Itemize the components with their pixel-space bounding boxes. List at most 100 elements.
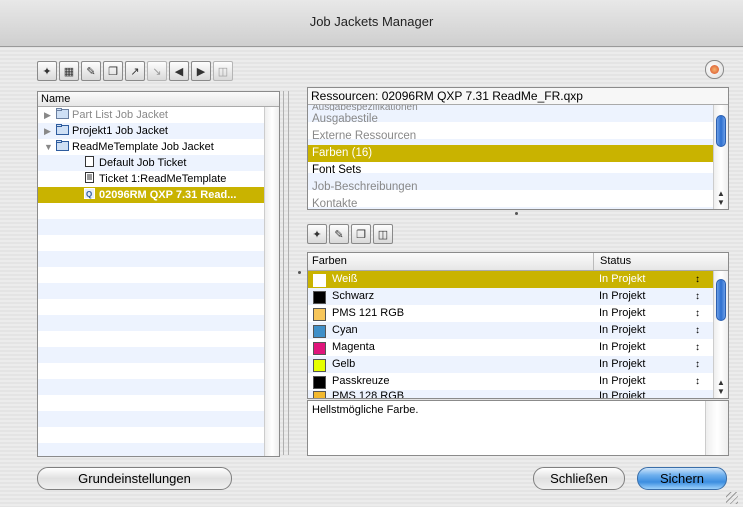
column-header-farben[interactable]: Farben xyxy=(312,253,347,270)
job-jacket-icon xyxy=(56,108,69,119)
duplicate-icon[interactable]: ❐ xyxy=(351,224,371,244)
status-stepper-icon[interactable]: ↕ xyxy=(695,288,700,305)
job-jackets-manager-window: Job Jackets Manager ✦ ▦ ✎ ❐ ↗ ↘ ◀ ▶ ◫ Na… xyxy=(0,0,743,507)
colors-toolbar: ✦ ✎ ❐ ◫ xyxy=(307,224,395,244)
disclosure-triangle-expanded-icon[interactable]: ▼ xyxy=(44,139,56,155)
resource-item[interactable]: Job-Beschreibungen xyxy=(308,179,714,196)
resources-list[interactable]: Ressourcen: 02096RM QXP 7.31 ReadMe_FR.q… xyxy=(307,87,729,210)
color-row[interactable]: Cyan In Projekt ↕ xyxy=(308,322,714,339)
new-job-jacket-icon[interactable]: ✦ xyxy=(37,61,57,81)
tree-item-readmetemplate[interactable]: ▼ ReadMeTemplate Job Jacket xyxy=(38,139,265,155)
color-name: Magenta xyxy=(332,341,375,353)
status-stepper-icon[interactable]: ↕ xyxy=(695,271,700,288)
move-in-icon[interactable]: ◀ xyxy=(169,61,189,81)
tree-scrollbar[interactable] xyxy=(264,107,279,456)
close-button[interactable]: Schließen xyxy=(533,467,625,490)
tree-item-projekt1[interactable]: ▶ Projekt1 Job Jacket xyxy=(38,123,265,139)
resource-item[interactable]: Kontakte xyxy=(308,196,714,209)
color-row[interactable]: Schwarz In Projekt ↕ xyxy=(308,288,714,305)
color-swatch xyxy=(313,359,326,372)
help-button[interactable] xyxy=(705,60,724,79)
color-swatch xyxy=(313,274,326,287)
duplicate-icon[interactable]: ❐ xyxy=(103,61,123,81)
resources-header: Ressourcen: 02096RM QXP 7.31 ReadMe_FR.q… xyxy=(308,88,728,105)
color-name: Schwarz xyxy=(332,290,375,302)
tree-header-name: Name xyxy=(41,93,71,105)
resources-scrollbar[interactable]: ▲ ▼ xyxy=(713,105,728,209)
resource-item-selected[interactable]: Farben (16) xyxy=(308,145,714,162)
resource-item[interactable]: Ausgabestile xyxy=(308,111,714,128)
job-ticket-icon xyxy=(85,172,94,183)
edit-icon[interactable]: ✎ xyxy=(329,224,349,244)
color-swatch xyxy=(313,391,326,398)
color-status[interactable]: In Projekt xyxy=(599,288,645,305)
color-swatch xyxy=(313,342,326,355)
column-header-status[interactable]: Status xyxy=(593,253,631,270)
color-status[interactable]: In Projekt xyxy=(599,356,645,373)
pane-splitter[interactable] xyxy=(283,91,289,455)
resource-item[interactable]: Externe Ressourcen xyxy=(308,128,714,145)
panel-splitter-handle[interactable] xyxy=(515,212,518,215)
color-status[interactable]: In Projekt xyxy=(599,339,645,356)
scroll-arrows[interactable]: ▲ ▼ xyxy=(714,378,728,396)
save-button[interactable]: Sichern xyxy=(637,467,727,490)
tree-item-project-selected[interactable]: Q 02096RM QXP 7.31 Read... xyxy=(38,187,265,203)
move-out-icon[interactable]: ▶ xyxy=(191,61,211,81)
color-status[interactable]: In Projekt xyxy=(599,305,645,322)
tree-item-label: ReadMeTemplate Job Jacket xyxy=(72,141,214,153)
delete-icon[interactable]: ◫ xyxy=(213,61,233,81)
status-stepper-icon[interactable]: ↕ xyxy=(695,305,700,322)
delete-icon[interactable]: ◫ xyxy=(373,224,393,244)
color-description: Hellstmögliche Farbe. xyxy=(312,404,419,416)
splitter-handle[interactable] xyxy=(298,271,301,274)
edit-icon[interactable]: ✎ xyxy=(81,61,101,81)
tree-item-label: 02096RM QXP 7.31 Read... xyxy=(99,189,237,201)
color-name: PMS 128 RGB xyxy=(332,390,405,398)
description-panel: Hellstmögliche Farbe. xyxy=(307,400,729,456)
tree-item-ticket-1[interactable]: Ticket 1:ReadMeTemplate xyxy=(38,171,265,187)
color-status[interactable]: In Projekt xyxy=(599,271,645,288)
scroll-thumb[interactable] xyxy=(716,279,726,321)
color-row[interactable]: PMS 128 RGB In Projekt xyxy=(308,388,714,398)
color-status[interactable]: In Projekt xyxy=(599,322,645,339)
color-row[interactable]: Magenta In Projekt ↕ xyxy=(308,339,714,356)
colors-list[interactable]: Farben Status Weiß In Projekt ↕ Schwarz … xyxy=(307,252,729,399)
title-bar: Job Jackets Manager xyxy=(0,0,743,47)
disclosure-triangle-icon[interactable]: ▶ xyxy=(44,107,56,123)
defaults-button[interactable]: Grundeinstellungen xyxy=(37,467,232,490)
tree-item-label: Projekt1 Job Jacket xyxy=(72,125,168,137)
color-status[interactable]: In Projekt xyxy=(599,388,645,398)
scroll-thumb[interactable] xyxy=(716,115,726,147)
tree-item-default-job-ticket[interactable]: Default Job Ticket xyxy=(38,155,265,171)
status-stepper-icon[interactable]: ↕ xyxy=(695,356,700,373)
color-swatch xyxy=(313,308,326,321)
color-row-selected[interactable]: Weiß In Projekt ↕ xyxy=(308,271,714,288)
tree-column-header[interactable]: Name xyxy=(38,92,279,107)
disclosure-triangle-icon[interactable]: ▶ xyxy=(44,123,56,139)
description-scrollbar[interactable] xyxy=(705,401,728,455)
new-job-ticket-icon[interactable]: ▦ xyxy=(59,61,79,81)
import-icon[interactable]: ↘ xyxy=(147,61,167,81)
new-color-icon[interactable]: ✦ xyxy=(307,224,327,244)
colors-scrollbar[interactable]: ▲ ▼ xyxy=(713,271,728,398)
tree-item-part-list[interactable]: ▶ Part List Job Jacket xyxy=(38,107,265,123)
scroll-arrows[interactable]: ▲ ▼ xyxy=(714,189,728,207)
resize-grip-icon[interactable] xyxy=(726,492,738,504)
status-stepper-icon[interactable]: ↕ xyxy=(695,322,700,339)
export-icon[interactable]: ↗ xyxy=(125,61,145,81)
help-icon xyxy=(710,65,719,74)
svg-text:Q: Q xyxy=(86,190,92,199)
color-name: Weiß xyxy=(332,273,358,285)
color-swatch xyxy=(313,325,326,338)
color-row[interactable]: Gelb In Projekt ↕ xyxy=(308,356,714,373)
job-jacket-tree[interactable]: Name ▶ Part List Job Jacket ▶ Projekt1 Job… xyxy=(37,91,280,457)
color-name: Gelb xyxy=(332,358,356,370)
resource-item[interactable]: Font Sets xyxy=(308,162,714,179)
tree-item-label: Part List Job Jacket xyxy=(72,109,168,121)
job-jacket-toolbar: ✦ ▦ ✎ ❐ ↗ ↘ ◀ ▶ ◫ xyxy=(37,61,235,83)
color-swatch xyxy=(313,291,326,304)
tree-item-label: Default Job Ticket xyxy=(99,157,187,169)
color-row[interactable]: PMS 121 RGB In Projekt ↕ xyxy=(308,305,714,322)
status-stepper-icon[interactable]: ↕ xyxy=(695,339,700,356)
colors-column-header: Farben Status xyxy=(308,253,728,271)
